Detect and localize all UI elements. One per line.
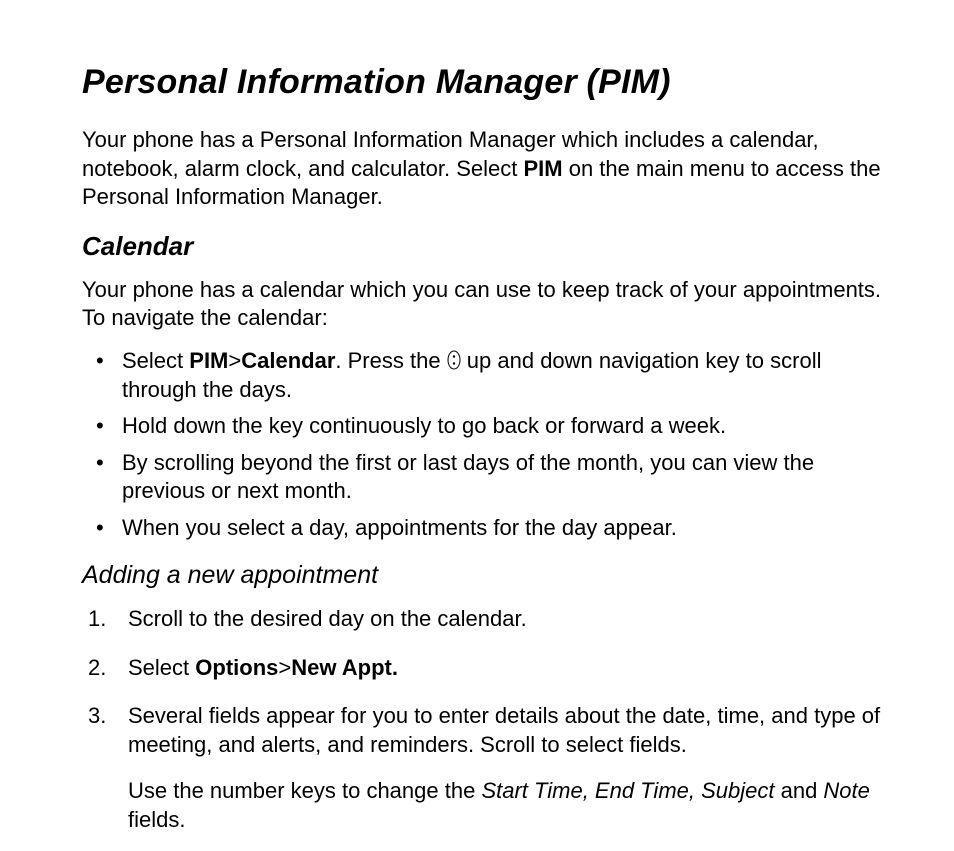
step2-options: Options: [195, 655, 278, 680]
step3-sub: Use the number keys to change the Start …: [128, 777, 884, 834]
step3-main: Several fields appear for you to enter d…: [128, 703, 880, 757]
bullet1-pre: Select: [122, 348, 189, 373]
page-title: Personal Information Manager (PIM): [82, 60, 884, 104]
adding-subheading: Adding a new appointment: [82, 559, 884, 592]
step3-fields1: Start Time, End Time, Subject: [481, 778, 774, 803]
list-item: By scrolling beyond the first or last da…: [82, 449, 884, 506]
calendar-bullets: Select PIM>Calendar. Press the up and do…: [82, 347, 884, 543]
bullet1-pim: PIM: [189, 348, 228, 373]
step3-sub-pre: Use the number keys to change the: [128, 778, 481, 803]
calendar-lead: Your phone has a calendar which you can …: [82, 276, 884, 333]
step-item: Scroll to the desired day on the calenda…: [82, 605, 884, 634]
list-item: When you select a day, appointments for …: [82, 514, 884, 543]
list-item: Select PIM>Calendar. Press the up and do…: [82, 347, 884, 404]
step3-fields2: Note: [823, 778, 869, 803]
navigation-key-icon: [447, 350, 461, 370]
step2-gt: >: [278, 655, 291, 680]
step-item: Select Options>New Appt.: [82, 654, 884, 683]
bullet1-calendar: Calendar: [241, 348, 335, 373]
bullet1-aftercal: . Press the: [335, 348, 446, 373]
document-page: Personal Information Manager (PIM) Your …: [0, 0, 954, 851]
step3-sub-mid: and: [774, 778, 823, 803]
step2-newappt: New Appt.: [291, 655, 398, 680]
step3-sub-post: fields.: [128, 807, 185, 832]
step2-pre: Select: [128, 655, 195, 680]
adding-steps: Scroll to the desired day on the calenda…: [82, 605, 884, 835]
intro-paragraph: Your phone has a Personal Information Ma…: [82, 126, 884, 212]
step-item: Several fields appear for you to enter d…: [82, 702, 884, 834]
bullet1-gt: >: [228, 348, 241, 373]
list-item: Hold down the key continuously to go bac…: [82, 412, 884, 441]
intro-pim-label: PIM: [523, 156, 562, 181]
calendar-heading: Calendar: [82, 230, 884, 264]
